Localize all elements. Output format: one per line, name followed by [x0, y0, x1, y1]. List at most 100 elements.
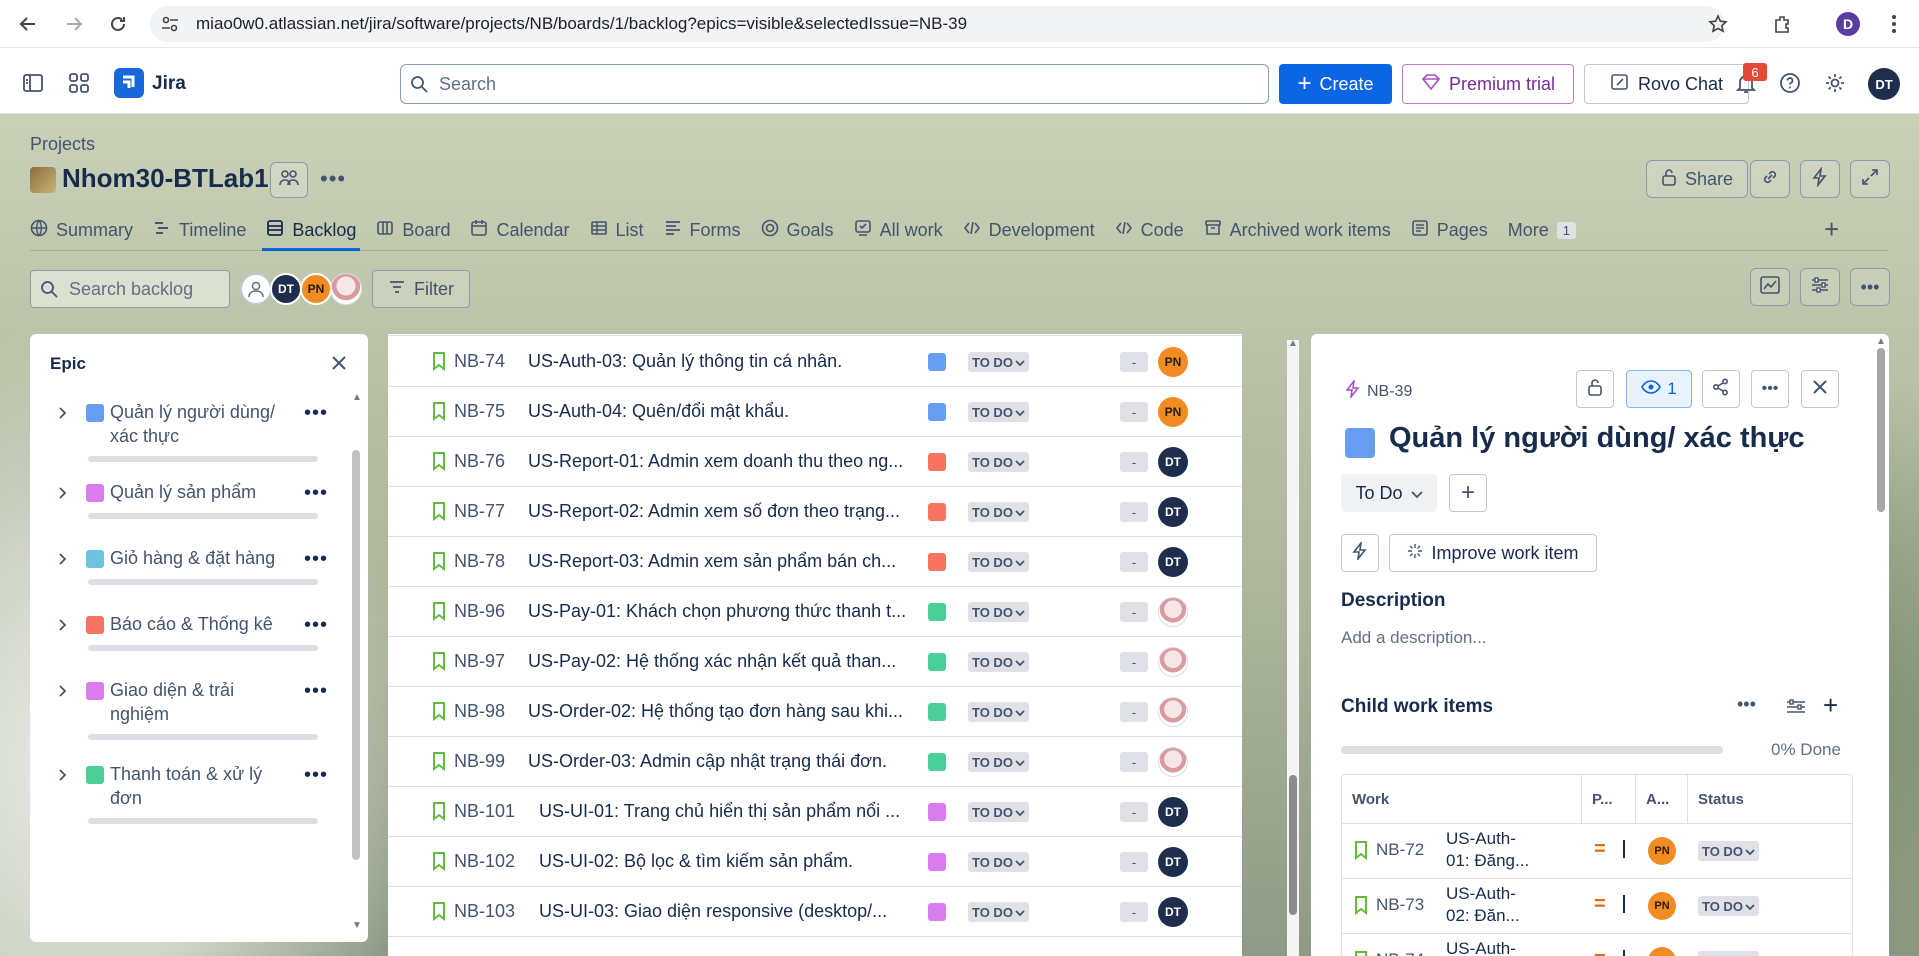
issue-key[interactable]: NB-97	[454, 651, 505, 672]
estimate-placeholder[interactable]: -	[1120, 352, 1148, 372]
assignee-filter-avatar[interactable]: PN	[300, 273, 332, 305]
browser-menu-icon[interactable]	[1880, 10, 1908, 38]
more-horizontal-icon[interactable]: •••	[304, 614, 328, 637]
issue-key[interactable]: NB-75	[454, 401, 505, 422]
table-row[interactable]: NB-98 US-Order-02: Hệ thống tạo đơn hàng …	[388, 687, 1242, 737]
create-button[interactable]: + Create	[1279, 64, 1392, 104]
assignee-avatar[interactable]: DT	[1158, 547, 1188, 577]
chevron-right-icon[interactable]	[58, 550, 78, 571]
table-row[interactable]: NB-74 US-Auth-03: Quản lý thông tin cá nh…	[388, 337, 1242, 387]
tab-code[interactable]: Code	[1105, 212, 1194, 248]
item-more-button[interactable]: •••	[1751, 370, 1789, 408]
assignee-avatar[interactable]: PN	[1648, 947, 1676, 956]
tab-list[interactable]: List	[580, 212, 654, 248]
estimate-placeholder[interactable]: -	[1120, 452, 1148, 472]
estimate-placeholder[interactable]: -	[1120, 752, 1148, 772]
status-dropdown[interactable]: TO DO	[968, 502, 1029, 522]
status-dropdown[interactable]: TO DO	[968, 802, 1029, 822]
status-dropdown[interactable]: TO DO	[1698, 896, 1759, 916]
chevron-right-icon[interactable]	[58, 766, 78, 787]
estimate-placeholder[interactable]: -	[1120, 552, 1148, 572]
user-avatar[interactable]: DT	[1868, 68, 1900, 100]
detail-scrollbar-thumb[interactable]	[1877, 348, 1885, 512]
epic-item[interactable]: Quản lý sản phẩm •••	[58, 474, 328, 519]
estimate-placeholder[interactable]: -	[1120, 602, 1148, 622]
status-dropdown[interactable]: TO DO	[968, 402, 1029, 422]
issue-summary[interactable]: US-Auth-04: Quên/đổi mật khẩu.	[528, 401, 789, 422]
rovo-chat-button[interactable]: Rovo Chat	[1584, 64, 1749, 104]
estimate-placeholder[interactable]: -	[1120, 402, 1148, 422]
insights-button[interactable]	[1750, 268, 1790, 306]
improve-work-item-button[interactable]: Improve work item	[1389, 534, 1597, 572]
table-row[interactable]: NB-76 US-Report-01: Admin xem doanh thu t…	[388, 437, 1242, 487]
more-horizontal-icon[interactable]: •••	[304, 482, 328, 505]
issue-summary[interactable]: US-UI-02: Bộ lọc & tìm kiếm sản phẩm.	[539, 851, 853, 872]
assignee-avatar[interactable]: DT	[1158, 797, 1188, 827]
breadcrumb[interactable]: Projects	[30, 134, 95, 155]
issue-key[interactable]: NB-103	[454, 901, 515, 922]
assignee-avatar[interactable]: DT	[1158, 897, 1188, 927]
table-row[interactable]	[388, 334, 1242, 336]
status-dropdown[interactable]: TO DO	[968, 552, 1029, 572]
epic-item[interactable]: Giao diện & trải nghiệm •••	[58, 672, 328, 740]
assignee-avatar[interactable]	[1158, 697, 1188, 727]
assignee-avatar[interactable]: DT	[1158, 497, 1188, 527]
app-name[interactable]: Jira	[152, 73, 186, 95]
tab-goals[interactable]: Goals	[751, 212, 844, 248]
issue-key[interactable]: NB-76	[454, 451, 505, 472]
add-tab-icon[interactable]: +	[1824, 214, 1839, 245]
chevron-right-icon[interactable]	[58, 616, 78, 637]
column-header[interactable]: P...	[1582, 775, 1636, 823]
estimate-placeholder[interactable]: -	[1120, 502, 1148, 522]
child-settings-icon[interactable]	[1785, 697, 1807, 722]
add-icon[interactable]: +	[1449, 474, 1487, 512]
issue-key[interactable]: NB-77	[454, 501, 505, 522]
assignee-filter-avatar[interactable]	[330, 273, 362, 305]
issue-summary[interactable]: US-Report-01: Admin xem doanh thu theo n…	[528, 451, 903, 472]
fullscreen-button[interactable]	[1850, 160, 1890, 198]
team-button[interactable]	[270, 162, 308, 198]
issue-summary[interactable]: US-UI-03: Giao diện responsive (desktop/…	[539, 901, 887, 922]
settings-gear-icon[interactable]	[1824, 72, 1846, 99]
status-dropdown[interactable]: TO DO	[968, 352, 1029, 372]
table-row[interactable]: NB-72 US-Auth- 01: Đăng... = PN TO DO	[1342, 823, 1852, 878]
global-search-input[interactable]: Search	[400, 64, 1269, 104]
issue-summary[interactable]: US-UI-01: Trang chủ hiển thị sản phẩm nổ…	[539, 801, 900, 822]
tab-backlog[interactable]: Backlog	[256, 212, 366, 251]
epic-panel-scrollbar[interactable]	[352, 450, 360, 860]
column-header[interactable]: Work	[1342, 775, 1582, 823]
assignee-avatar[interactable]: DT	[1158, 847, 1188, 877]
work-item-title[interactable]: Quản lý người dùng/ xác thực	[1389, 422, 1805, 455]
forward-arrow-icon[interactable]	[62, 12, 86, 36]
column-header[interactable]: A...	[1636, 775, 1688, 823]
close-panel-button[interactable]	[1801, 370, 1839, 408]
site-settings-icon[interactable]	[160, 14, 180, 39]
chevron-right-icon[interactable]	[58, 404, 78, 425]
tab-all-work[interactable]: All work	[844, 212, 953, 248]
scroll-up-arrow-icon[interactable]: ▲	[352, 392, 362, 403]
estimate-placeholder[interactable]: -	[1120, 852, 1148, 872]
issue-summary[interactable]: US-Auth-03: Quản lý thông tin cá nhân.	[528, 351, 842, 372]
assignee-filter-avatar[interactable]: DT	[270, 273, 302, 305]
assignee-avatar[interactable]: PN	[1158, 347, 1188, 377]
table-row[interactable]: NB-97 US-Pay-02: Hệ thống xác nhận kết qu…	[388, 637, 1242, 687]
issue-key[interactable]: NB-74	[1376, 950, 1424, 956]
copy-link-button[interactable]	[1750, 160, 1790, 198]
estimate-placeholder[interactable]: -	[1120, 702, 1148, 722]
issue-key[interactable]: NB-101	[454, 801, 515, 822]
chevron-right-icon[interactable]	[58, 682, 78, 703]
issue-key[interactable]: NB-102	[454, 851, 515, 872]
backlog-scrollbar-thumb[interactable]	[1289, 775, 1297, 915]
table-row[interactable]: NB-96 US-Pay-01: Khách chọn phương thức t…	[388, 587, 1242, 637]
status-dropdown[interactable]: TO DO	[968, 602, 1029, 622]
issue-key-link[interactable]: NB-39	[1345, 378, 1412, 403]
automation-button[interactable]	[1341, 534, 1379, 572]
tab-summary[interactable]: Summary	[30, 212, 143, 248]
issue-key[interactable]: NB-74	[454, 351, 505, 372]
premium-trial-button[interactable]: Premium trial	[1402, 64, 1574, 104]
view-settings-button[interactable]	[1800, 268, 1840, 306]
status-dropdown[interactable]: TO DO	[968, 652, 1029, 672]
status-dropdown[interactable]: TO DO	[968, 752, 1029, 772]
status-dropdown[interactable]: To Do	[1341, 474, 1437, 512]
share-button[interactable]: Share	[1646, 160, 1748, 198]
